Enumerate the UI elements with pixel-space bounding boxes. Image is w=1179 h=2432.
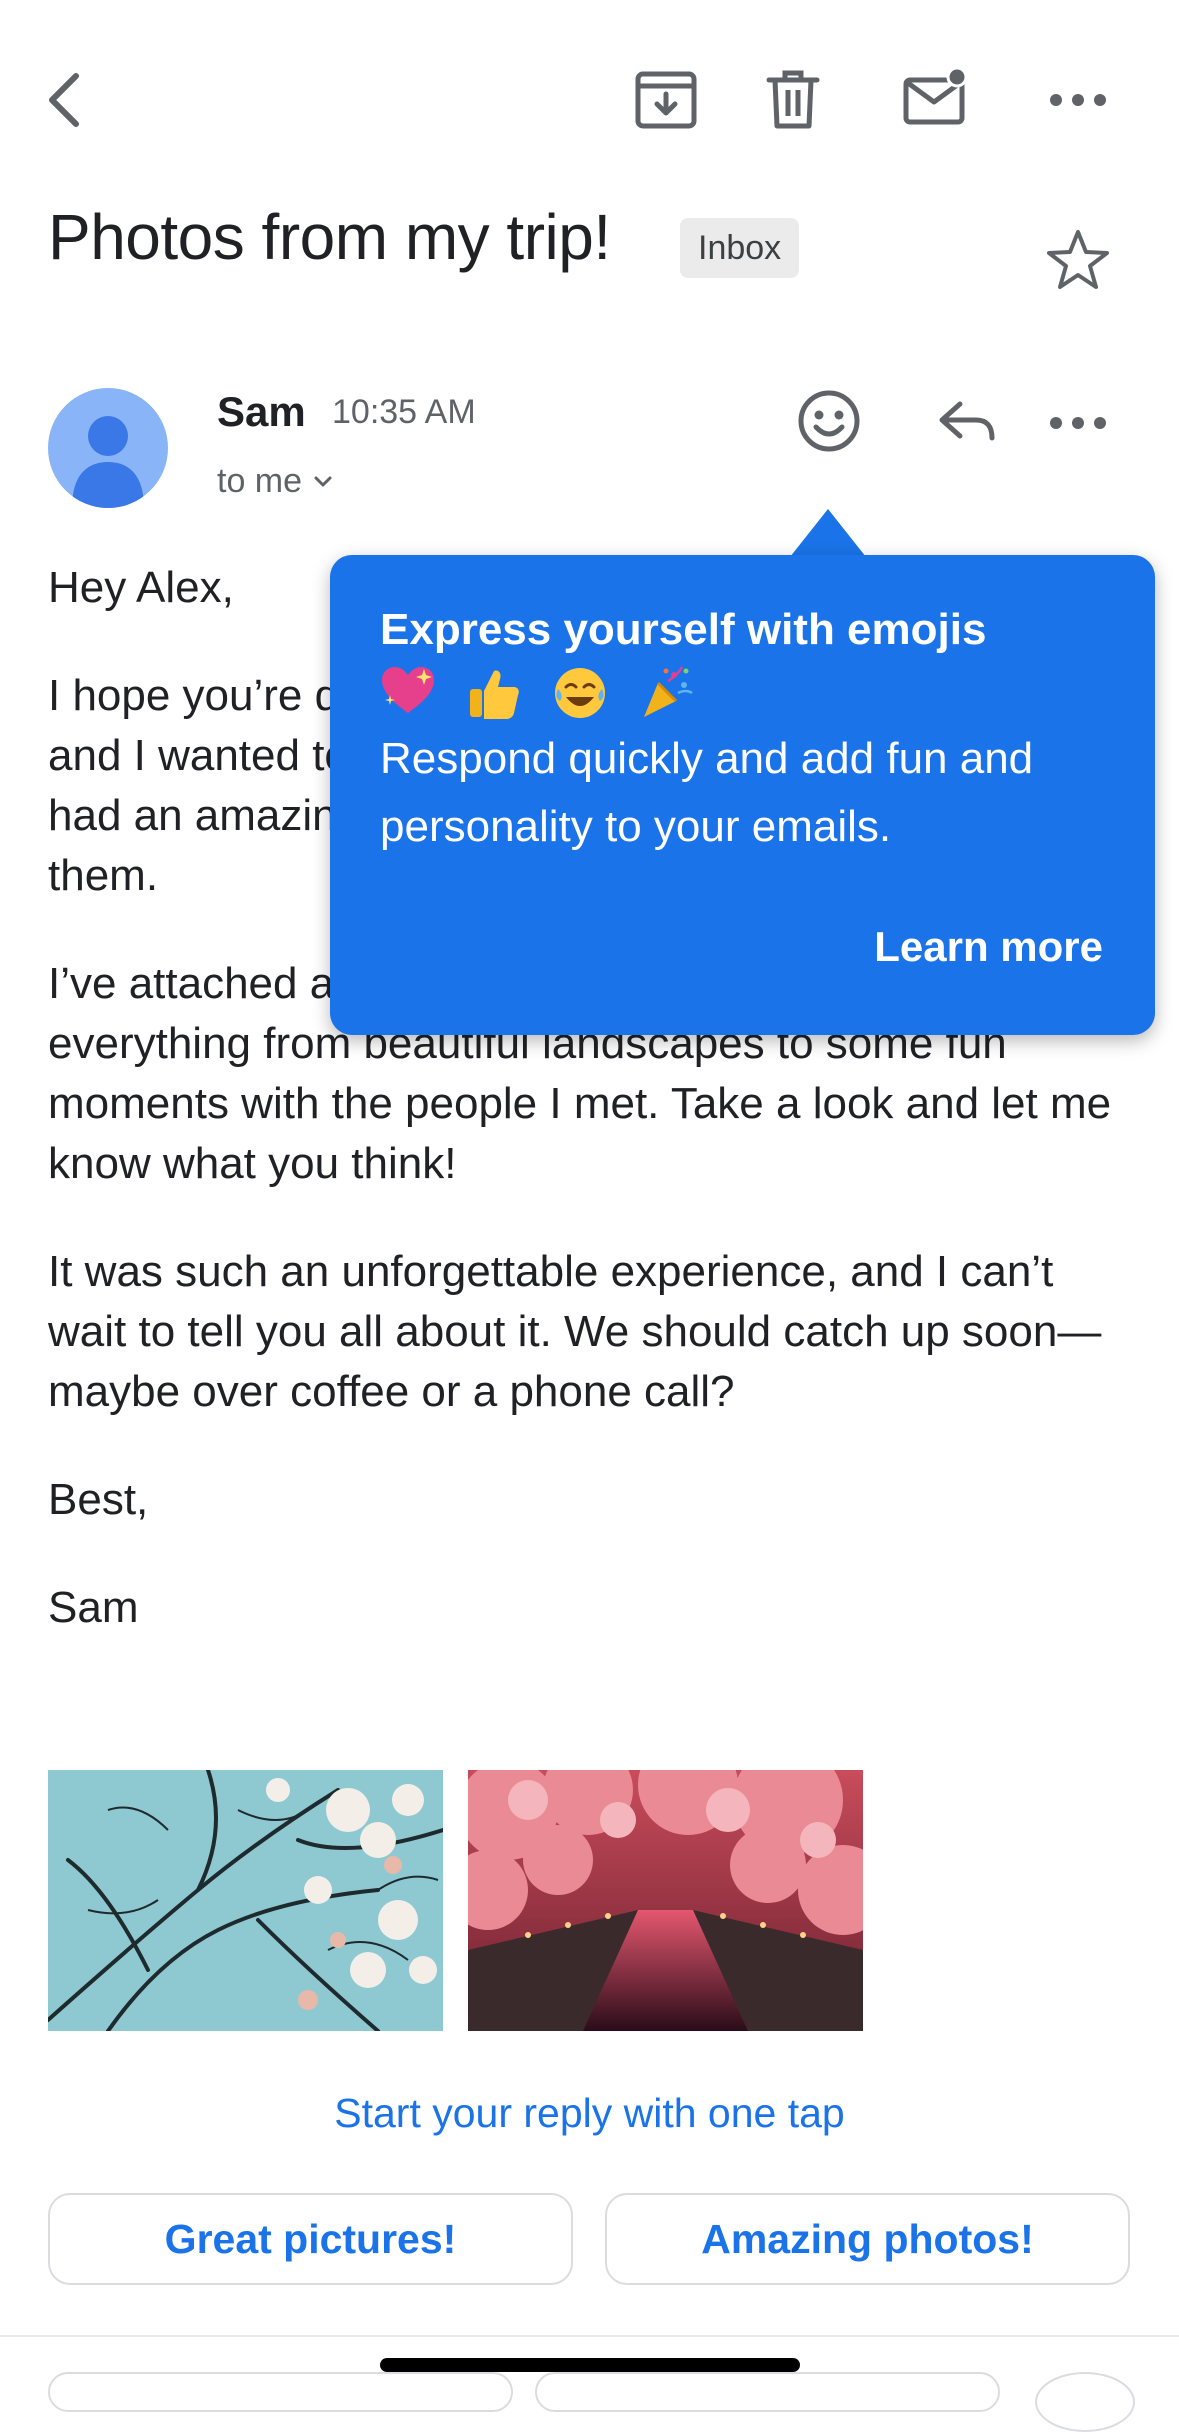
cherry-blossom-canal-night-photo — [468, 1770, 863, 2031]
chevron-left-icon — [49, 73, 79, 127]
smiley-icon — [798, 390, 860, 452]
tooltip-emoji-row — [380, 665, 694, 721]
body-paragraph: It was such an unforgettable experience,… — [48, 1247, 1102, 1416]
smart-reply-amazing-photos[interactable]: Amazing photos! — [605, 2193, 1130, 2285]
react-action-button[interactable] — [1035, 2372, 1135, 2432]
body-paragraph: Best, — [48, 1475, 149, 1524]
inbox-label-chip[interactable]: Inbox — [680, 218, 800, 278]
sender-name: Sam — [217, 388, 306, 435]
learn-more-link[interactable]: Learn more — [874, 923, 1103, 971]
trash-icon — [766, 70, 820, 129]
message-more-button[interactable] — [1042, 388, 1114, 458]
chevron-down-icon — [314, 476, 332, 486]
forward-action-button[interactable] — [535, 2372, 1000, 2412]
mail-unread-icon — [903, 66, 968, 125]
thumbs-up-icon — [470, 670, 519, 719]
delete-button[interactable] — [757, 64, 829, 136]
recipient-label: to me — [217, 462, 303, 500]
tears-of-joy-icon — [555, 668, 605, 718]
attachment-photo-blossom-canal[interactable] — [468, 1770, 863, 2031]
home-indicator[interactable] — [380, 2358, 800, 2372]
mark-unread-button[interactable] — [900, 64, 972, 136]
more-horizontal-icon — [1050, 417, 1106, 429]
email-subject: Photos from my trip! — [48, 201, 611, 273]
party-popper-icon — [644, 666, 693, 717]
divider — [0, 2335, 1179, 2337]
reply-action-button[interactable] — [48, 2372, 513, 2412]
recipient-toggle[interactable]: to me — [217, 462, 334, 501]
more-options-button[interactable] — [1042, 64, 1114, 136]
tooltip-title: Express yourself with emojis — [380, 605, 987, 654]
more-horizontal-icon — [1050, 94, 1106, 106]
smart-reply-great-pictures[interactable]: Great pictures! — [48, 2193, 573, 2285]
reply-button[interactable] — [932, 386, 1002, 456]
cherry-blossom-branches-photo — [48, 1770, 443, 2031]
body-paragraph: Sam — [48, 1583, 139, 1632]
sparkling-heart-icon — [382, 667, 434, 713]
emoji-reaction-button[interactable] — [794, 386, 864, 456]
person-icon — [72, 416, 144, 508]
star-outline-icon — [1047, 230, 1109, 289]
back-button[interactable] — [30, 64, 102, 136]
archive-button[interactable] — [630, 64, 702, 136]
archive-icon — [635, 71, 697, 129]
star-button[interactable] — [1042, 224, 1114, 296]
tooltip-arrow — [790, 509, 866, 557]
emoji-tooltip: Express yourself with emojis Respond qui — [330, 555, 1155, 1035]
attachment-photo-blossom-branches[interactable] — [48, 1770, 443, 2031]
smart-reply-hint: Start your reply with one tap — [334, 2090, 845, 2136]
tooltip-description: Respond quickly and add fun and personal… — [380, 734, 1034, 851]
email-time: 10:35 AM — [332, 393, 476, 431]
reply-icon — [939, 401, 995, 441]
avatar[interactable] — [48, 388, 168, 508]
